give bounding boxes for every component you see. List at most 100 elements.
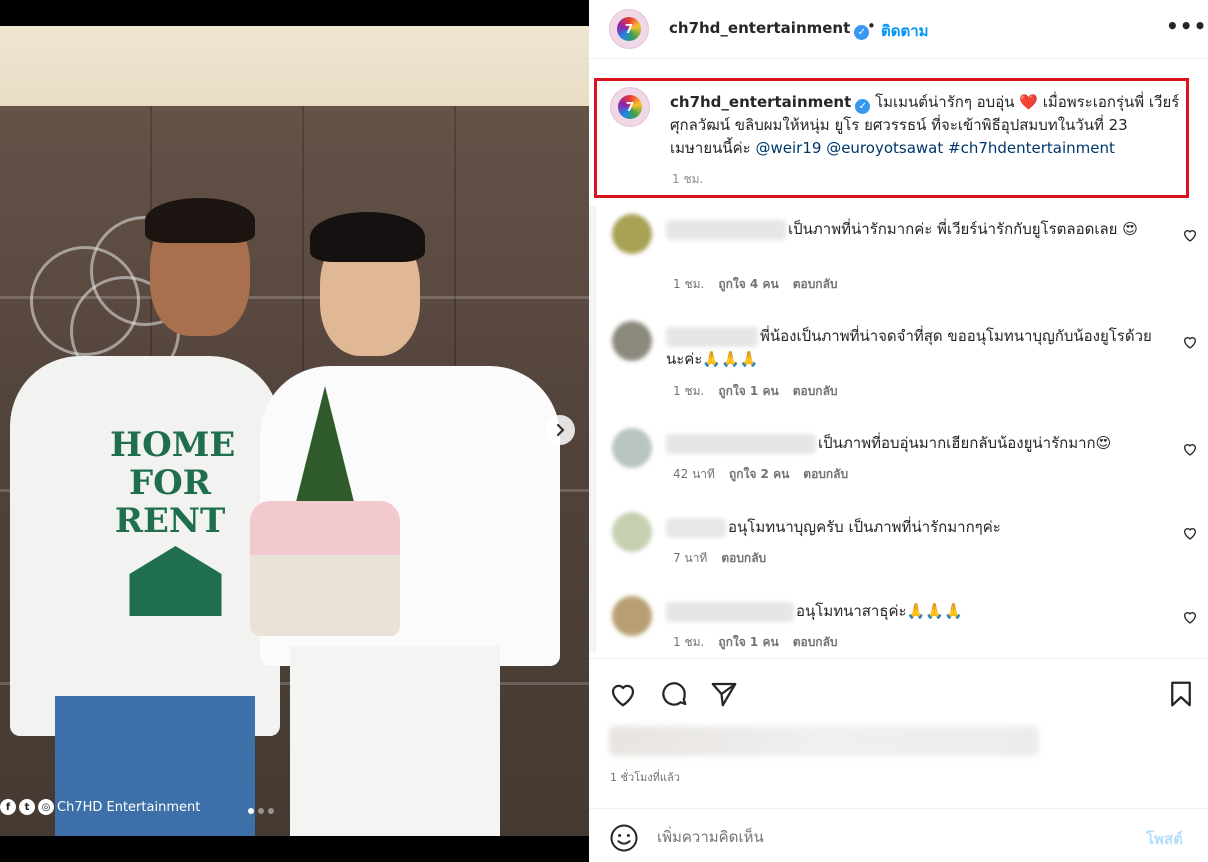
action-bar xyxy=(589,658,1208,726)
comment-body: เป็นภาพที่น่ารักมากค่ะ พี่เวียร์น่ารักกั… xyxy=(666,218,1166,241)
watermark-text: Ch7HD Entertainment xyxy=(57,799,201,815)
comment-body: อนุโมทนาบุญครับ เป็นภาพที่น่ารักมากๆค่ะ xyxy=(666,516,1166,539)
comment-text: อนุโมทนาสาธุค่ะ🙏🙏🙏 xyxy=(796,602,963,620)
shirt-print-text: HOME FOR RENT xyxy=(110,425,236,541)
comment-body: อนุโมทนาสาธุค่ะ🙏🙏🙏 xyxy=(666,600,1166,623)
twitter-icon: t xyxy=(19,799,35,815)
add-comment-bar: โพสต์ xyxy=(589,808,1208,862)
commenter-avatar[interactable] xyxy=(612,214,652,254)
comment-text: อนุโมทนาบุญครับ เป็นภาพที่น่ารักมากๆค่ะ xyxy=(728,518,1001,536)
commenter-name-blurred[interactable] xyxy=(666,219,786,240)
caption-text: ch7hd_entertainment ✓ โมเมนต์น่ารักๆ อบอุ… xyxy=(670,91,1180,160)
caption-avatar[interactable]: 7 xyxy=(610,87,650,127)
comment-meta: 1 ชม. ถูกใจ 4 คน ตอบกลับ xyxy=(673,275,838,294)
hashtag-link[interactable]: #ch7hdentertainment xyxy=(948,139,1115,157)
reply-button[interactable]: ตอบกลับ xyxy=(803,465,848,484)
heart-emoji: ❤️ xyxy=(1019,93,1038,111)
post-media: HOME FOR RENT f t ◎ Ch7HD Entertainment xyxy=(0,0,589,862)
comment-text: เป็นภาพที่น่ารักมากค่ะ พี่เวียร์น่ารักกั… xyxy=(788,220,1138,238)
likes-summary-blurred[interactable] xyxy=(609,726,1039,756)
follow-button[interactable]: ติดตาม xyxy=(881,19,929,43)
bookmark-icon[interactable] xyxy=(1166,679,1196,709)
person-left-hair xyxy=(145,198,255,243)
mention-link[interactable]: @euroyotsawat xyxy=(826,139,943,157)
comment-like-count[interactable]: ถูกใจ 1 คน xyxy=(718,633,778,652)
header-username[interactable]: ch7hd_entertainment ✓ xyxy=(669,19,870,40)
carousel-indicator xyxy=(248,808,274,814)
emoji-icon[interactable] xyxy=(609,823,639,853)
comment-icon[interactable] xyxy=(659,679,689,709)
comment-time[interactable]: 42 นาที xyxy=(673,465,715,484)
comment-meta: 1 ชม. ถูกใจ 1 คน ตอบกลับ xyxy=(673,382,838,401)
header-username-text[interactable]: ch7hd_entertainment xyxy=(669,19,850,37)
photo-watermark: f t ◎ Ch7HD Entertainment xyxy=(0,799,200,815)
comment-meta: 7 นาที ตอบกลับ xyxy=(673,549,766,568)
comment-like-count[interactable]: ถูกใจ 2 คน xyxy=(729,465,789,484)
caption-username[interactable]: ch7hd_entertainment ✓ xyxy=(670,93,871,114)
comment-time[interactable]: 1 ชม. xyxy=(673,382,704,401)
comment-meta: 42 นาที ถูกใจ 2 คน ตอบกลับ xyxy=(673,465,848,484)
ch7-logo-icon: 7 xyxy=(618,95,642,119)
shirt-print-line: FOR xyxy=(128,463,211,503)
instagram-icon: ◎ xyxy=(38,799,54,815)
shirt-print-line: HOME xyxy=(110,425,236,465)
chevron-right-icon xyxy=(556,423,565,437)
person-right-hair xyxy=(310,212,425,262)
comment-heart-icon[interactable] xyxy=(1182,441,1198,457)
post-timestamp[interactable]: 1 ชั่วโมงที่แล้ว xyxy=(610,768,680,786)
more-options-icon[interactable]: ••• xyxy=(1166,14,1207,38)
commenter-name-blurred[interactable] xyxy=(666,517,726,538)
verified-icon: ✓ xyxy=(855,99,871,114)
commenter-name-blurred[interactable] xyxy=(666,601,794,622)
comment-like-count[interactable]: ถูกใจ 1 คน xyxy=(718,382,778,401)
header-separator: • xyxy=(867,17,876,35)
comment-time[interactable]: 7 นาที xyxy=(673,549,707,568)
heart-icon[interactable] xyxy=(608,679,638,709)
comment-meta: 1 ชม. ถูกใจ 1 คน ตอบกลับ xyxy=(673,633,838,652)
phan-offering-tray xyxy=(250,386,400,636)
comment-time[interactable]: 1 ชม. xyxy=(673,633,704,652)
person-left-jeans xyxy=(55,696,255,836)
comment-body: พี่น้องเป็นภาพที่น่าจดจำที่สุด ขออนุโมทน… xyxy=(666,325,1166,371)
facebook-icon: f xyxy=(0,799,16,815)
next-slide-button[interactable] xyxy=(545,415,575,445)
comment-input[interactable] xyxy=(657,825,1117,849)
post-header: 7 ch7hd_entertainment ✓ • ติดตาม ••• xyxy=(589,0,1208,59)
profile-avatar[interactable]: 7 xyxy=(609,9,649,49)
caption-body: โมเมนต์น่ารักๆ อบอุ่น xyxy=(875,93,1020,111)
ch7-logo-icon: 7 xyxy=(617,17,641,41)
caption-timestamp[interactable]: 1 ชม. xyxy=(672,170,703,189)
caption-username-text[interactable]: ch7hd_entertainment xyxy=(670,93,851,111)
comment-heart-icon[interactable] xyxy=(1182,334,1198,350)
comment-heart-icon[interactable] xyxy=(1182,525,1198,541)
reply-button[interactable]: ตอบกลับ xyxy=(721,549,766,568)
person-right-pants xyxy=(290,646,500,836)
comment-heart-icon[interactable] xyxy=(1182,227,1198,243)
carousel-dot xyxy=(248,808,254,814)
comments-list: เป็นภาพที่น่ารักมากค่ะ พี่เวียร์น่ารักกั… xyxy=(595,206,1208,652)
post-photo: HOME FOR RENT xyxy=(0,26,589,836)
comment-heart-icon[interactable] xyxy=(1182,609,1198,625)
comment-text: เป็นภาพที่อบอุ่นมากเฮียกลับน้องยูน่ารักม… xyxy=(818,434,1112,452)
comment-body: เป็นภาพที่อบอุ่นมากเฮียกลับน้องยูน่ารักม… xyxy=(666,432,1166,455)
person-left-shirt xyxy=(10,356,280,736)
reply-button[interactable]: ตอบกลับ xyxy=(793,382,838,401)
commenter-avatar[interactable] xyxy=(612,321,652,361)
carousel-dot xyxy=(268,808,274,814)
send-icon[interactable] xyxy=(709,679,739,709)
carousel-dot xyxy=(258,808,264,814)
comment-time[interactable]: 1 ชม. xyxy=(673,275,704,294)
commenter-name-blurred[interactable] xyxy=(666,326,758,347)
comment-like-count[interactable]: ถูกใจ 4 คน xyxy=(718,275,778,294)
caption-highlight: 7 ch7hd_entertainment ✓ โมเมนต์น่ารักๆ อบ… xyxy=(594,78,1189,198)
mention-link[interactable]: @weir19 xyxy=(755,139,821,157)
reply-button[interactable]: ตอบกลับ xyxy=(793,275,838,294)
commenter-name-blurred[interactable] xyxy=(666,433,816,454)
commenter-avatar[interactable] xyxy=(612,596,652,636)
commenter-avatar[interactable] xyxy=(612,512,652,552)
shirt-print-line: RENT xyxy=(114,501,226,541)
commenter-avatar[interactable] xyxy=(612,428,652,468)
reply-button[interactable]: ตอบกลับ xyxy=(793,633,838,652)
post-comment-button[interactable]: โพสต์ xyxy=(1146,827,1183,851)
post-side-panel: 7 ch7hd_entertainment ✓ • ติดตาม ••• 7 ch… xyxy=(589,0,1208,862)
